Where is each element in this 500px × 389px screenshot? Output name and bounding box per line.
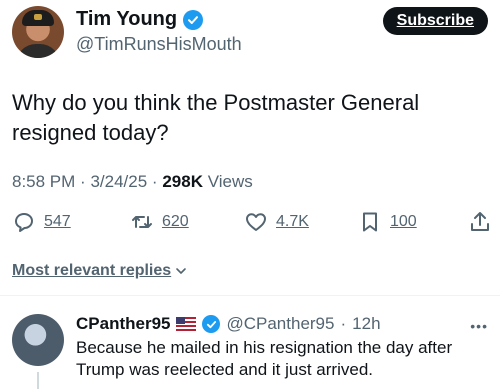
replies-sort-dropdown[interactable]: Most relevant replies [12,262,187,280]
subscribe-button[interactable]: Subscribe [382,7,488,35]
author-name[interactable]: Tim Young [76,8,177,31]
share-button[interactable] [468,210,492,234]
tweet-date[interactable]: 3/24/25 [90,172,147,191]
author-name-row[interactable]: Tim Young [76,8,204,31]
repost-arrows-icon [132,216,152,228]
avatar-cap [22,10,54,26]
reply-button[interactable]: 547 [12,210,71,234]
heart-icon [246,213,266,231]
verified-icon [183,9,204,30]
views-count: 298K [162,172,203,191]
replies-sort-label: Most relevant replies [12,262,172,279]
tweet-time[interactable]: 8:58 PM [12,172,75,191]
author-handle[interactable]: @TimRunsHisMouth [76,34,242,55]
thread-line [37,372,39,389]
more-dots-icon[interactable]: ••• [470,318,488,334]
repost-button[interactable]: 620 [130,210,189,234]
bookmark-icon [363,212,377,232]
reply-author-handle[interactable]: @CPanther95 [226,314,334,334]
speech-bubble-icon [15,213,33,232]
us-flag-icon [176,317,197,331]
reply-time[interactable]: 12h [352,314,380,334]
tweet-meta: 8:58 PM · 3/24/25 · 298K Views [12,172,253,192]
share-upload-icon [471,212,489,231]
reply-separator: · [340,314,347,333]
chevron-down-icon [176,268,186,274]
tweet-text: Why do you think the Postmaster General … [12,90,420,145]
meta-separator: · [80,172,86,191]
author-avatar[interactable] [12,6,64,58]
reply-avatar[interactable] [12,314,64,366]
bookmark-button[interactable]: 100 [358,210,417,234]
avatar-shirt [16,44,60,58]
reply-author-name[interactable]: CPanther95 [76,314,170,334]
repost-count: 620 [162,213,189,230]
reply-count: 547 [44,213,71,230]
action-bar: 547 620 4.7K 100 [12,210,490,240]
reply-text: Because he mailed in his resignation the… [76,338,453,379]
divider [0,295,500,296]
views-label: Views [207,172,253,191]
like-button[interactable]: 4.7K [244,210,309,234]
bookmark-count: 100 [390,213,417,230]
like-count: 4.7K [276,213,309,230]
meta-separator: · [151,172,158,191]
verified-icon [202,315,221,333]
reply-header: CPanther95 @CPanther95 · 12h [76,314,381,334]
